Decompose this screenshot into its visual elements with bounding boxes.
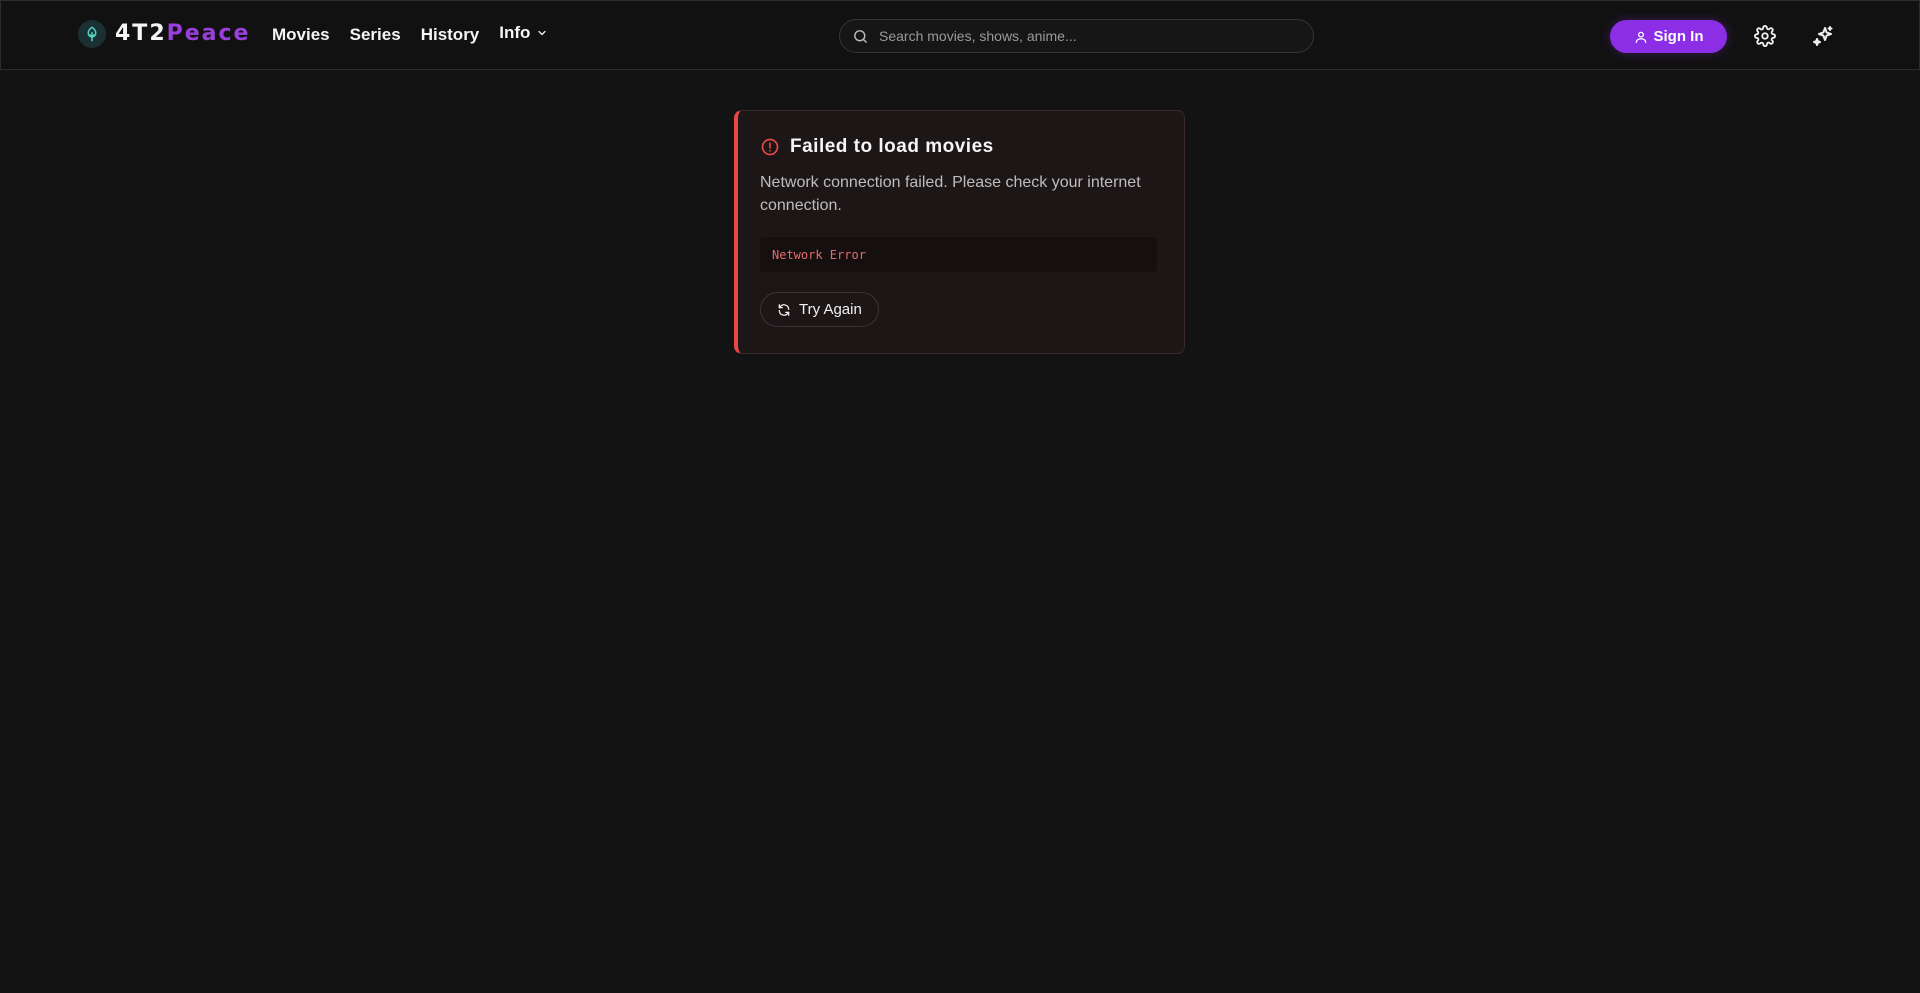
- gear-icon: [1754, 25, 1776, 47]
- error-code: Network Error: [760, 237, 1157, 272]
- brand-name-part-a: 4T2: [115, 21, 167, 46]
- brand-name-part-b: Peace: [166, 21, 251, 46]
- try-again-button[interactable]: Try Again: [760, 292, 879, 327]
- shield-emblem-icon: [78, 20, 106, 48]
- main-nav: Movies Series History Info: [272, 22, 568, 46]
- nav-history[interactable]: History: [421, 24, 480, 46]
- try-again-label: Try Again: [799, 301, 862, 318]
- search-icon: [852, 28, 869, 45]
- error-message: Network connection failed. Please check …: [760, 174, 1141, 214]
- sparkles-icon: [1811, 24, 1835, 48]
- sign-in-button[interactable]: Sign In: [1610, 20, 1727, 53]
- error-header: Failed to load movies: [760, 135, 1162, 159]
- nav-info-dropdown[interactable]: Info: [499, 22, 548, 44]
- error-title: Failed to load movies: [790, 136, 994, 157]
- refresh-icon: [777, 303, 791, 317]
- error-card: Failed to load movies Network connection…: [734, 110, 1185, 354]
- chevron-down-icon: [536, 27, 548, 39]
- search-input[interactable]: [877, 21, 1313, 51]
- top-nav-bar: 4T2Peace Movies Series History Info Sign…: [0, 0, 1920, 70]
- nav-info-label: Info: [499, 23, 531, 42]
- alert-circle-icon: [760, 137, 780, 157]
- search-bar[interactable]: [839, 19, 1314, 53]
- theme-button[interactable]: [1809, 22, 1837, 50]
- brand-name: 4T2Peace: [115, 20, 250, 48]
- user-icon: [1634, 30, 1648, 44]
- nav-series[interactable]: Series: [350, 24, 401, 46]
- brand-logo[interactable]: 4T2Peace: [78, 20, 250, 48]
- nav-movies[interactable]: Movies: [272, 24, 330, 46]
- sign-in-label: Sign In: [1653, 28, 1704, 45]
- settings-button[interactable]: [1751, 22, 1779, 50]
